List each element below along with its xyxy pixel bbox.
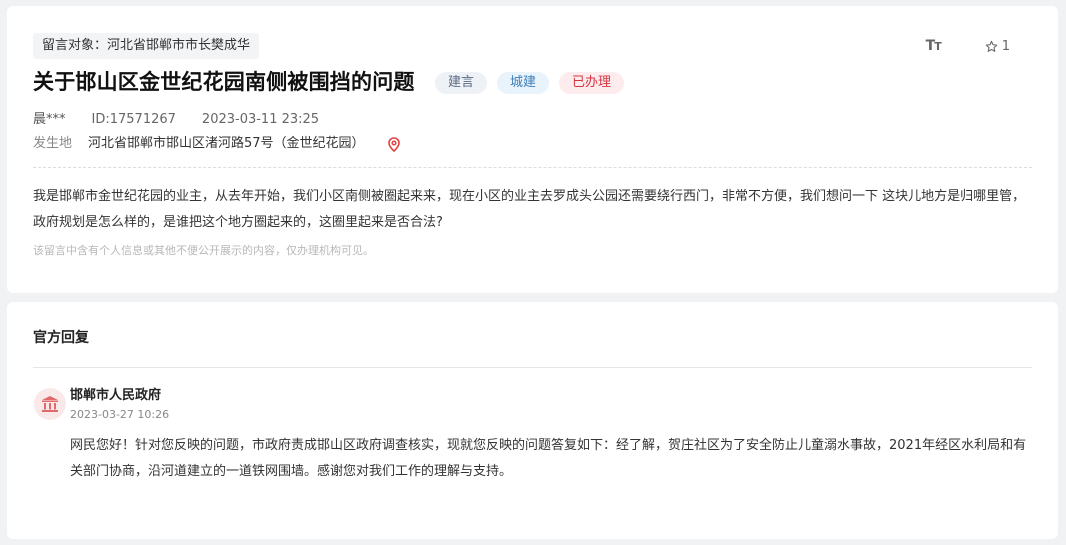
location-label: 发生地 — [33, 136, 73, 151]
location-value: 河北省邯郸市邯山区渚河路57号（金世纪花园） — [88, 136, 365, 151]
official-reply-card: 官方回复 邯郸市人民政府 2023-03-27 10:26 网民您好！针对您反映… — [7, 302, 1058, 539]
message-target: 留言对象：河北省邯郸市市长樊成华 — [33, 33, 260, 59]
message-datetime: 2023-03-11 23:25 — [201, 112, 320, 127]
government-building-icon — [42, 396, 58, 412]
reply-heading: 官方回复 — [33, 330, 89, 346]
toolbar: TT 1 — [926, 38, 1010, 54]
message-id: ID:17571267 — [91, 112, 176, 127]
type-tag: 建言 — [435, 72, 488, 94]
privacy-note: 该留言中含有个人信息或其他不便公开展示的内容，仅办理机构可见。 — [33, 244, 374, 257]
location-row: 发生地 河北省邯郸市邯山区渚河路57号（金世纪花园） — [33, 133, 400, 155]
reply-org-name: 邯郸市人民政府 — [70, 388, 162, 403]
reply-content: 网民您好！针对您反映的问题，市政府责成邯山区政府调查核实，现就您反映的问题答复如… — [70, 438, 1027, 479]
message-meta: 晨*** ID:17571267 2023-03-11 23:25 — [33, 109, 319, 131]
avatar — [34, 388, 66, 420]
category-tag: 城建 — [497, 72, 550, 94]
location-pin-icon[interactable] — [387, 136, 400, 152]
status-badge: 已办理 — [559, 72, 625, 94]
section-divider — [33, 167, 1032, 168]
reply-datetime: 2023-03-27 10:26 — [70, 408, 170, 421]
reply-divider — [33, 367, 1032, 368]
message-card: 留言对象：河北省邯郸市市长樊成华 TT 1 关于邯山区金世纪花园南侧被围挡的问题… — [7, 6, 1058, 293]
star-outline-icon — [985, 40, 998, 52]
font-size-icon: TT — [925, 38, 942, 54]
message-content: 我是邯郸市金世纪花园的业主，从去年开始，我们小区南侧被圈起来来，现在小区的业主去… — [33, 189, 1026, 230]
author-name: 晨*** — [33, 112, 66, 127]
font-size-button[interactable]: TT — [925, 38, 942, 54]
page-title: 关于邯山区金世纪花园南侧被围挡的问题 — [33, 70, 415, 94]
favorite-button[interactable]: 1 — [985, 39, 1010, 54]
tag-list: 建言 城建 已办理 — [435, 72, 625, 94]
favorite-count: 1 — [1001, 38, 1010, 54]
